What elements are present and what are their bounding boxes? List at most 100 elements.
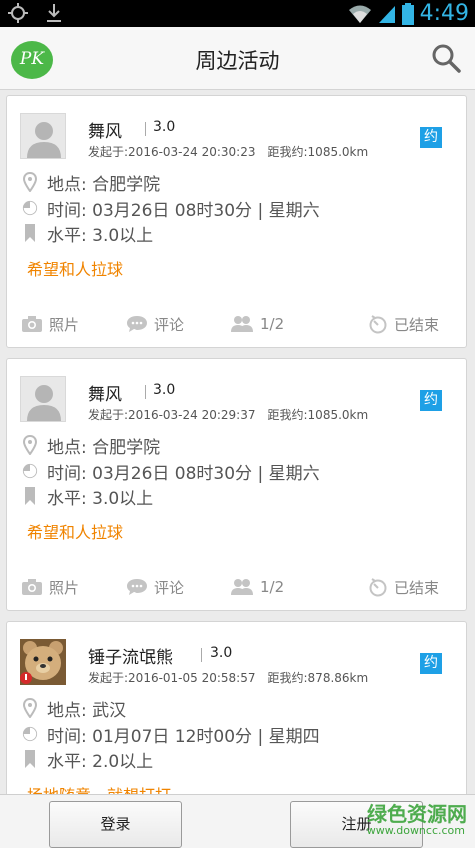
page-title: 周边活动 xyxy=(195,49,280,73)
participants[interactable]: 1/2 xyxy=(230,573,284,601)
activity-card[interactable]: 舞风 3.0 发起于:2016-03-24 20:30:23 距我约:1085.0… xyxy=(6,95,467,348)
level-row: 水平: 2.0以上 xyxy=(22,747,154,772)
avatar[interactable] xyxy=(20,376,66,422)
photo-button[interactable]: 照片 xyxy=(21,310,79,338)
comment-button[interactable]: 评论 xyxy=(126,573,184,601)
location-row: 地点: 武汉 xyxy=(22,696,127,721)
signal-icon xyxy=(378,5,395,23)
time-row: 时间: 03月26日 08时30分 | 星期六 xyxy=(22,196,320,221)
level-text: 水平: 3.0以上 xyxy=(47,225,154,246)
comment-label: 评论 xyxy=(154,578,185,597)
activity-description: 场地随意，就想打打 xyxy=(27,782,171,794)
user-score: 3.0 xyxy=(210,645,233,661)
time-row: 时间: 03月26日 08时30分 | 星期六 xyxy=(22,459,320,484)
distance: 距我约:878.86km xyxy=(267,671,369,685)
post-meta: 发起于:2016-03-24 20:30:23 距我约:1085.0km xyxy=(88,143,368,160)
people-icon xyxy=(231,316,253,332)
card-actions: 照片 评论 1/2 已结束 xyxy=(7,310,468,338)
activity-description: 希望和人拉球 xyxy=(27,523,124,542)
avatar[interactable] xyxy=(20,113,66,159)
clock-icon xyxy=(22,724,38,744)
activity-status: 已结束 xyxy=(368,573,439,601)
user-name[interactable]: 舞风 xyxy=(88,117,122,142)
location-row: 地点: 合肥学院 xyxy=(22,170,161,195)
location-text: 地点: 合肥学院 xyxy=(47,437,161,458)
battery-icon xyxy=(401,2,414,25)
appointment-badge[interactable]: 约 xyxy=(420,390,442,411)
time-text: 时间: 01月07日 12时00分 | 星期四 xyxy=(47,726,320,747)
distance: 距我约:1085.0km xyxy=(267,145,369,159)
user-name[interactable]: 舞风 xyxy=(88,380,122,405)
photo-label: 照片 xyxy=(49,578,80,597)
name-divider xyxy=(145,122,146,136)
post-time: 发起于:2016-03-24 20:29:37 xyxy=(88,408,256,422)
activity-description: 希望和人拉球 xyxy=(27,260,124,279)
user-score: 3.0 xyxy=(153,382,176,398)
post-time: 发起于:2016-03-24 20:30:23 xyxy=(88,145,256,159)
user-score: 3.0 xyxy=(153,119,176,135)
comment-icon xyxy=(127,579,147,595)
watermark: 绿色资源网 www.downcc.com xyxy=(347,798,467,842)
clock: 4:49 xyxy=(419,1,469,26)
bookmark-icon xyxy=(22,749,38,769)
location-text: 地点: 武汉 xyxy=(47,700,127,721)
comment-icon xyxy=(127,316,147,332)
status-text: 已结束 xyxy=(394,578,440,597)
location-pin-icon xyxy=(22,435,38,455)
name-divider xyxy=(201,648,202,662)
camera-icon xyxy=(22,579,42,595)
photo-button[interactable]: 照片 xyxy=(21,573,79,601)
bookmark-icon xyxy=(22,223,38,243)
comment-label: 评论 xyxy=(154,315,185,334)
post-meta: 发起于:2016-03-24 20:29:37 距我约:1085.0km xyxy=(88,406,368,423)
level-row: 水平: 3.0以上 xyxy=(22,221,154,246)
watermark-main: 绿色资源网 xyxy=(367,802,467,826)
gps-icon xyxy=(8,3,28,23)
level-text: 水平: 3.0以上 xyxy=(47,488,154,509)
appointment-badge[interactable]: 约 xyxy=(420,127,442,148)
time-text: 时间: 03月26日 08时30分 | 星期六 xyxy=(47,200,320,221)
default-avatar-icon xyxy=(27,122,61,158)
time-row: 时间: 01月07日 12时00分 | 星期四 xyxy=(22,722,320,747)
timer-icon xyxy=(369,315,387,334)
wifi-icon xyxy=(348,5,371,23)
location-row: 地点: 合肥学院 xyxy=(22,433,161,458)
level-row: 水平: 3.0以上 xyxy=(22,484,154,509)
appointment-badge[interactable]: 约 xyxy=(420,653,442,674)
participants[interactable]: 1/2 xyxy=(230,310,284,338)
activity-card[interactable]: 舞风 3.0 发起于:2016-03-24 20:29:37 距我约:1085.0… xyxy=(6,358,467,611)
default-avatar-icon xyxy=(27,385,61,421)
time-text: 时间: 03月26日 08时30分 | 星期六 xyxy=(47,463,320,484)
post-time: 发起于:2016-01-05 20:58:57 xyxy=(88,671,256,685)
distance: 距我约:1085.0km xyxy=(267,408,369,422)
post-meta: 发起于:2016-01-05 20:58:57 距我约:878.86km xyxy=(88,669,368,686)
bookmark-icon xyxy=(22,486,38,506)
participant-count: 1/2 xyxy=(260,315,285,333)
status-text: 已结束 xyxy=(394,315,440,334)
activity-status: 已结束 xyxy=(368,310,439,338)
download-icon xyxy=(47,4,61,22)
comment-button[interactable]: 评论 xyxy=(126,310,184,338)
location-text: 地点: 合肥学院 xyxy=(47,174,161,195)
activity-card[interactable]: 锤子流氓熊 3.0 发起于:2016-01-05 20:58:57 距我约:878… xyxy=(6,621,467,794)
location-pin-icon xyxy=(22,698,38,718)
activity-list[interactable]: 舞风 3.0 发起于:2016-03-24 20:30:23 距我约:1085.0… xyxy=(0,91,475,794)
people-icon xyxy=(231,579,253,595)
location-pin-icon xyxy=(22,172,38,192)
search-icon[interactable] xyxy=(431,43,461,73)
watermark-sub: www.downcc.com xyxy=(366,824,465,837)
login-button[interactable]: 登录 xyxy=(49,801,182,848)
participant-count: 1/2 xyxy=(260,578,285,596)
level-text: 水平: 2.0以上 xyxy=(47,751,154,772)
user-name[interactable]: 锤子流氓熊 xyxy=(88,643,173,668)
camera-icon xyxy=(22,316,42,332)
teddy-bear-avatar-icon xyxy=(20,639,66,685)
clock-icon xyxy=(22,461,38,481)
timer-icon xyxy=(369,578,387,597)
card-actions: 照片 评论 1/2 已结束 xyxy=(7,573,468,601)
status-bar: 4:49 xyxy=(0,0,475,27)
photo-label: 照片 xyxy=(49,315,80,334)
name-divider xyxy=(145,385,146,399)
avatar[interactable] xyxy=(20,639,66,685)
app-header: PK 周边活动 xyxy=(0,27,475,90)
